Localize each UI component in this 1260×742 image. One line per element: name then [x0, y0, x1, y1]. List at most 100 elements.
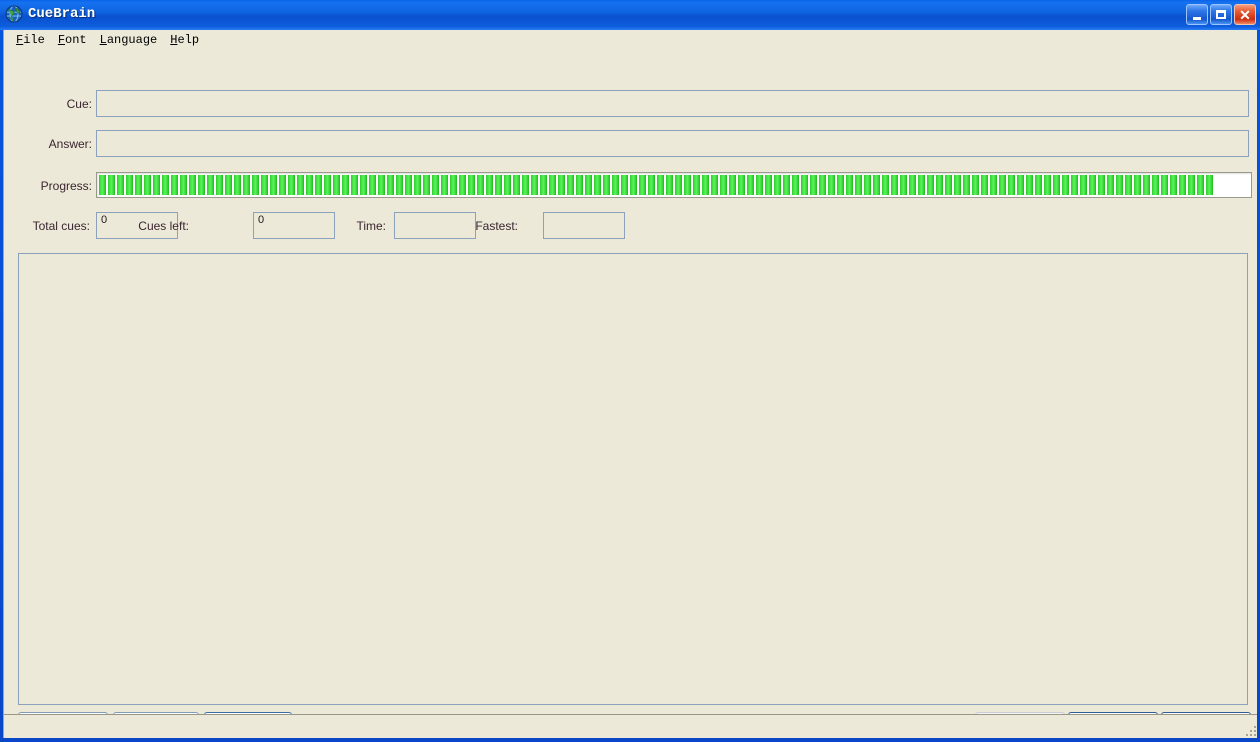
progress-segment [1044, 175, 1051, 195]
close-icon: ✕ [1239, 6, 1251, 23]
progress-segment [324, 175, 331, 195]
progress-segment [729, 175, 736, 195]
progress-segment [306, 175, 313, 195]
progress-segment [1143, 175, 1150, 195]
progress-segment [1053, 175, 1060, 195]
progress-segment [639, 175, 646, 195]
progress-segment [468, 175, 475, 195]
progress-segment [621, 175, 628, 195]
progress-segment [1026, 175, 1033, 195]
progress-segment [819, 175, 826, 195]
progress-segment [576, 175, 583, 195]
progress-segment [657, 175, 664, 195]
progress-segment [675, 175, 682, 195]
progress-segment [144, 175, 151, 195]
progress-segment [630, 175, 637, 195]
total-cues-label: Total cues: [32, 219, 90, 233]
progress-segment [477, 175, 484, 195]
progress-segment [693, 175, 700, 195]
progress-segment [522, 175, 529, 195]
progress-segment [108, 175, 115, 195]
progress-segment [189, 175, 196, 195]
progress-segment [612, 175, 619, 195]
answer-input[interactable] [96, 130, 1249, 157]
progress-segment [594, 175, 601, 195]
progress-segment [342, 175, 349, 195]
progress-segment [1188, 175, 1195, 195]
progress-segment [1089, 175, 1096, 195]
progress-segment [891, 175, 898, 195]
progress-segment [711, 175, 718, 195]
cues-left-label: Cues left: [138, 219, 189, 233]
progress-segment [414, 175, 421, 195]
progress-segment [243, 175, 250, 195]
progress-segment [927, 175, 934, 195]
progress-bar-fill [99, 175, 1249, 195]
progress-segment [1197, 175, 1204, 195]
progress-segment [1206, 175, 1213, 195]
progress-segment [459, 175, 466, 195]
progress-segment [387, 175, 394, 195]
progress-segment [396, 175, 403, 195]
progress-segment [216, 175, 223, 195]
progress-segment [783, 175, 790, 195]
progress-segment [252, 175, 259, 195]
progress-segment [954, 175, 961, 195]
fastest-label: Fastest: [475, 219, 518, 233]
progress-segment [234, 175, 241, 195]
progress-segment [162, 175, 169, 195]
progress-segment [864, 175, 871, 195]
progress-segment [648, 175, 655, 195]
menu-item-language[interactable]: Language [94, 32, 165, 49]
progress-segment [504, 175, 511, 195]
progress-segment [513, 175, 520, 195]
minimize-button[interactable] [1186, 4, 1208, 25]
progress-segment [702, 175, 709, 195]
cue-label: Cue: [66, 97, 92, 111]
progress-segment [1080, 175, 1087, 195]
answer-label: Answer: [48, 137, 92, 151]
maximize-button[interactable] [1210, 4, 1232, 25]
close-button[interactable]: ✕ [1234, 4, 1256, 25]
progress-segment [441, 175, 448, 195]
progress-segment [720, 175, 727, 195]
form-area: Cue: Answer: Progress: Total cues: 0 Cue… [4, 50, 1257, 738]
progress-segment [486, 175, 493, 195]
progress-segment [963, 175, 970, 195]
progress-segment [315, 175, 322, 195]
cue-input[interactable] [96, 90, 1249, 117]
progress-segment [1152, 175, 1159, 195]
progress-segment [1071, 175, 1078, 195]
progress-segment [567, 175, 574, 195]
progress-segment [351, 175, 358, 195]
progress-segment [909, 175, 916, 195]
progress-segment [972, 175, 979, 195]
menu-item-file[interactable]: File [10, 32, 52, 49]
progress-segment [531, 175, 538, 195]
progress-segment [873, 175, 880, 195]
title-bar-left: CueBrain [5, 2, 95, 26]
output-panel[interactable] [18, 253, 1248, 705]
progress-segment [198, 175, 205, 195]
cues-left-value: 0 [258, 214, 265, 226]
fastest-field[interactable] [543, 212, 625, 239]
progress-segment [558, 175, 565, 195]
progress-bar [96, 172, 1252, 198]
menu-item-help[interactable]: Help [164, 32, 206, 49]
minimize-icon [1193, 16, 1201, 20]
progress-segment [990, 175, 997, 195]
progress-segment [1008, 175, 1015, 195]
progress-segment [450, 175, 457, 195]
progress-segment [540, 175, 547, 195]
resize-grip-icon[interactable] [1242, 722, 1256, 736]
progress-segment [1161, 175, 1168, 195]
progress-label: Progress: [40, 179, 92, 193]
progress-segment [774, 175, 781, 195]
progress-segment [792, 175, 799, 195]
progress-segment [765, 175, 772, 195]
menu-item-font[interactable]: Font [52, 32, 94, 49]
window-controls: ✕ [1186, 4, 1256, 25]
progress-segment [666, 175, 673, 195]
progress-segment [981, 175, 988, 195]
title-bar[interactable]: CueBrain ✕ [0, 0, 1260, 30]
